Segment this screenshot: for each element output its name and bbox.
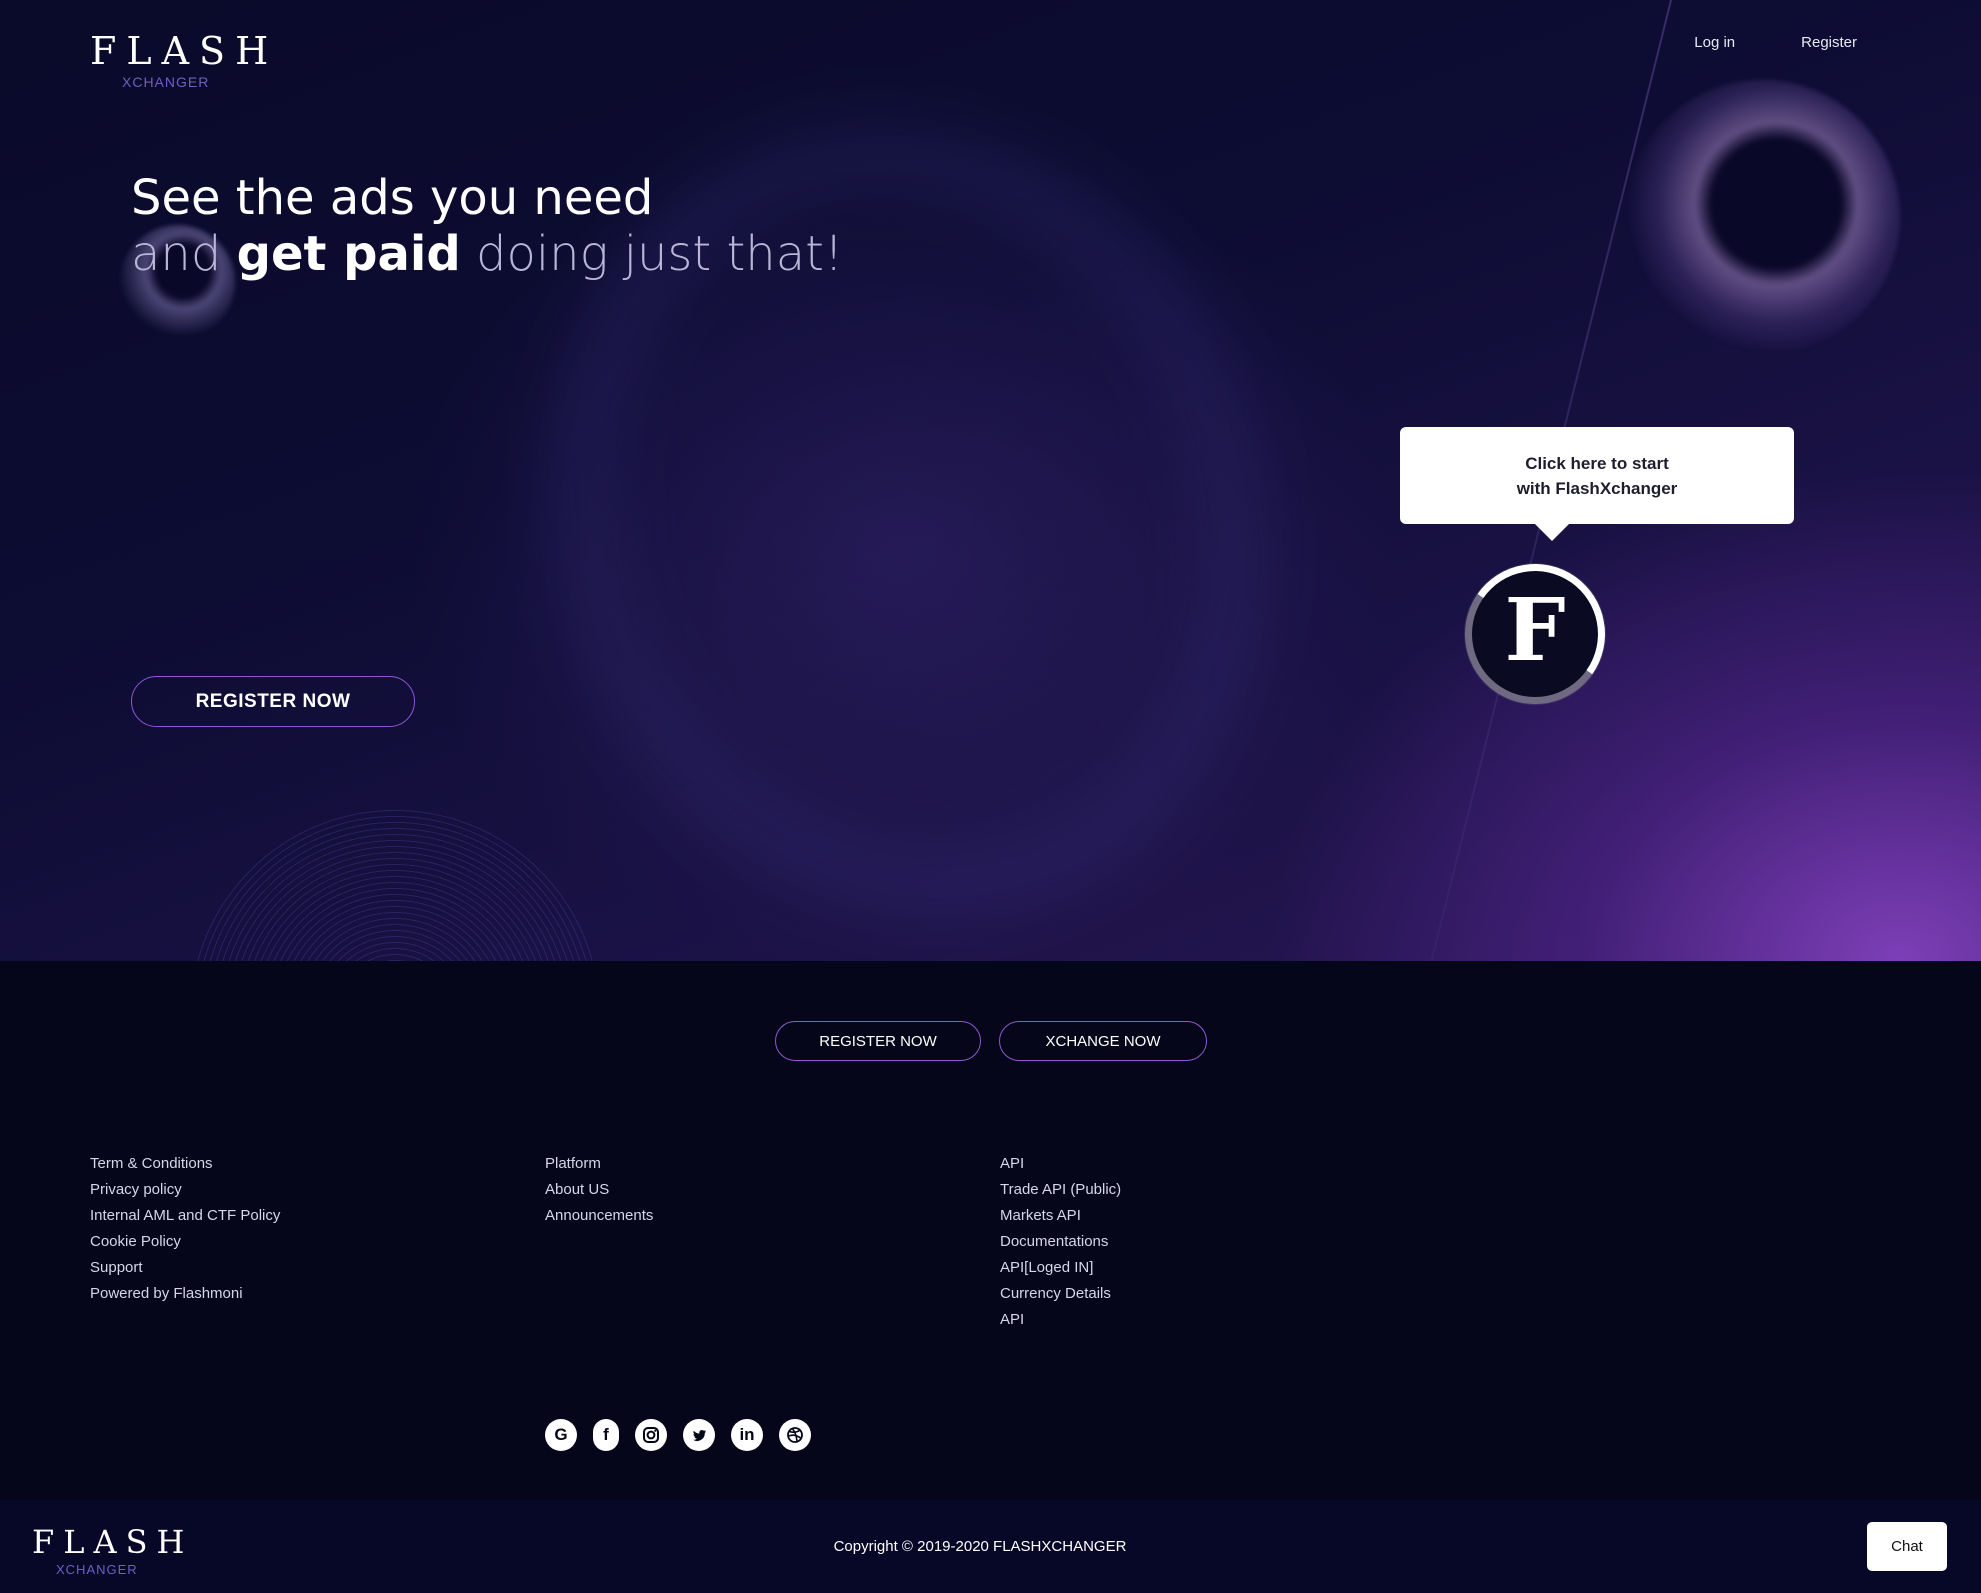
- logo-subtext: XCHANGER: [122, 74, 210, 90]
- login-link[interactable]: Log in: [1694, 34, 1735, 51]
- flashxchanger-start-button[interactable]: F: [1465, 564, 1605, 704]
- copyright-text: Copyright © 2019-2020 FLASHXCHANGER: [833, 1538, 1127, 1555]
- register-link[interactable]: Register: [1801, 34, 1857, 51]
- decorative-sphere: [185, 805, 605, 961]
- dribbble-icon[interactable]: [779, 1419, 811, 1451]
- bottom-bar: FLASH XCHANGER Copyright © 2019-2020 FLA…: [0, 1500, 1981, 1593]
- google-icon[interactable]: G: [545, 1419, 577, 1451]
- link-about-us[interactable]: About US: [545, 1177, 653, 1203]
- link-aml-policy[interactable]: Internal AML and CTF Policy: [90, 1203, 280, 1229]
- background-swirl: [444, 24, 1376, 961]
- link-currency-details[interactable]: Currency Details: [1000, 1281, 1121, 1307]
- link-trade-api[interactable]: Trade API (Public): [1000, 1177, 1121, 1203]
- start-tooltip: Click here to start with FlashXchanger: [1400, 427, 1794, 541]
- footer-links-company: Platform About US Announcements: [545, 1151, 653, 1229]
- link-terms[interactable]: Term & Conditions: [90, 1151, 280, 1177]
- hero-section: FLASH XCHANGER Log in Register See the a…: [0, 0, 1981, 961]
- headline-rest: doing just that!: [475, 226, 844, 282]
- link-privacy[interactable]: Privacy policy: [90, 1177, 280, 1203]
- footer-register-button[interactable]: REGISTER NOW: [775, 1021, 981, 1061]
- fx-logo-icon: F: [1504, 580, 1566, 681]
- link-cookie-policy[interactable]: Cookie Policy: [90, 1229, 280, 1255]
- logo-text: FLASH: [90, 29, 279, 73]
- facebook-icon[interactable]: f: [593, 1419, 619, 1451]
- social-links: G f in: [545, 1419, 811, 1451]
- link-platform[interactable]: Platform: [545, 1151, 653, 1177]
- headline-line-2: and get paid doing just that!: [131, 226, 843, 282]
- headline-line-1: See the ads you need: [131, 170, 654, 226]
- tooltip-line-2: with FlashXchanger: [1516, 479, 1678, 498]
- headline-get-paid: get paid: [236, 226, 461, 282]
- footer-links-legal: Term & Conditions Privacy policy Interna…: [90, 1151, 280, 1307]
- link-markets-api[interactable]: Markets API: [1000, 1203, 1121, 1229]
- register-now-button[interactable]: REGISTER NOW: [131, 676, 415, 727]
- link-support[interactable]: Support: [90, 1255, 280, 1281]
- tooltip-line-1: Click here to start: [1525, 454, 1669, 473]
- link-api-2[interactable]: API: [1000, 1307, 1121, 1333]
- link-api[interactable]: API: [1000, 1151, 1121, 1177]
- hero-headline: See the ads you need and get paid doing …: [131, 170, 843, 282]
- link-documentations[interactable]: Documentations: [1000, 1229, 1121, 1255]
- top-nav: Log in Register: [1694, 34, 1857, 51]
- footer-cta-row: REGISTER NOW XCHANGE NOW: [775, 1021, 1207, 1061]
- link-api-logged-in[interactable]: API[Loged IN]: [1000, 1255, 1121, 1281]
- link-powered-by[interactable]: Powered by Flashmoni: [90, 1281, 280, 1307]
- linkedin-icon[interactable]: in: [731, 1419, 763, 1451]
- footer-links-api: API Trade API (Public) Markets API Docum…: [1000, 1151, 1121, 1333]
- instagram-icon[interactable]: [635, 1419, 667, 1451]
- logo[interactable]: FLASH XCHANGER: [90, 32, 278, 90]
- footer-logo-subtext: XCHANGER: [56, 1562, 138, 1577]
- twitter-icon[interactable]: [683, 1419, 715, 1451]
- chat-button[interactable]: Chat: [1867, 1522, 1947, 1571]
- decorative-orb: [1625, 80, 1900, 355]
- headline-and: and: [131, 226, 222, 282]
- footer-xchange-button[interactable]: XCHANGE NOW: [999, 1021, 1207, 1061]
- footer: REGISTER NOW XCHANGE NOW Term & Conditio…: [0, 961, 1981, 1500]
- link-announcements[interactable]: Announcements: [545, 1203, 653, 1229]
